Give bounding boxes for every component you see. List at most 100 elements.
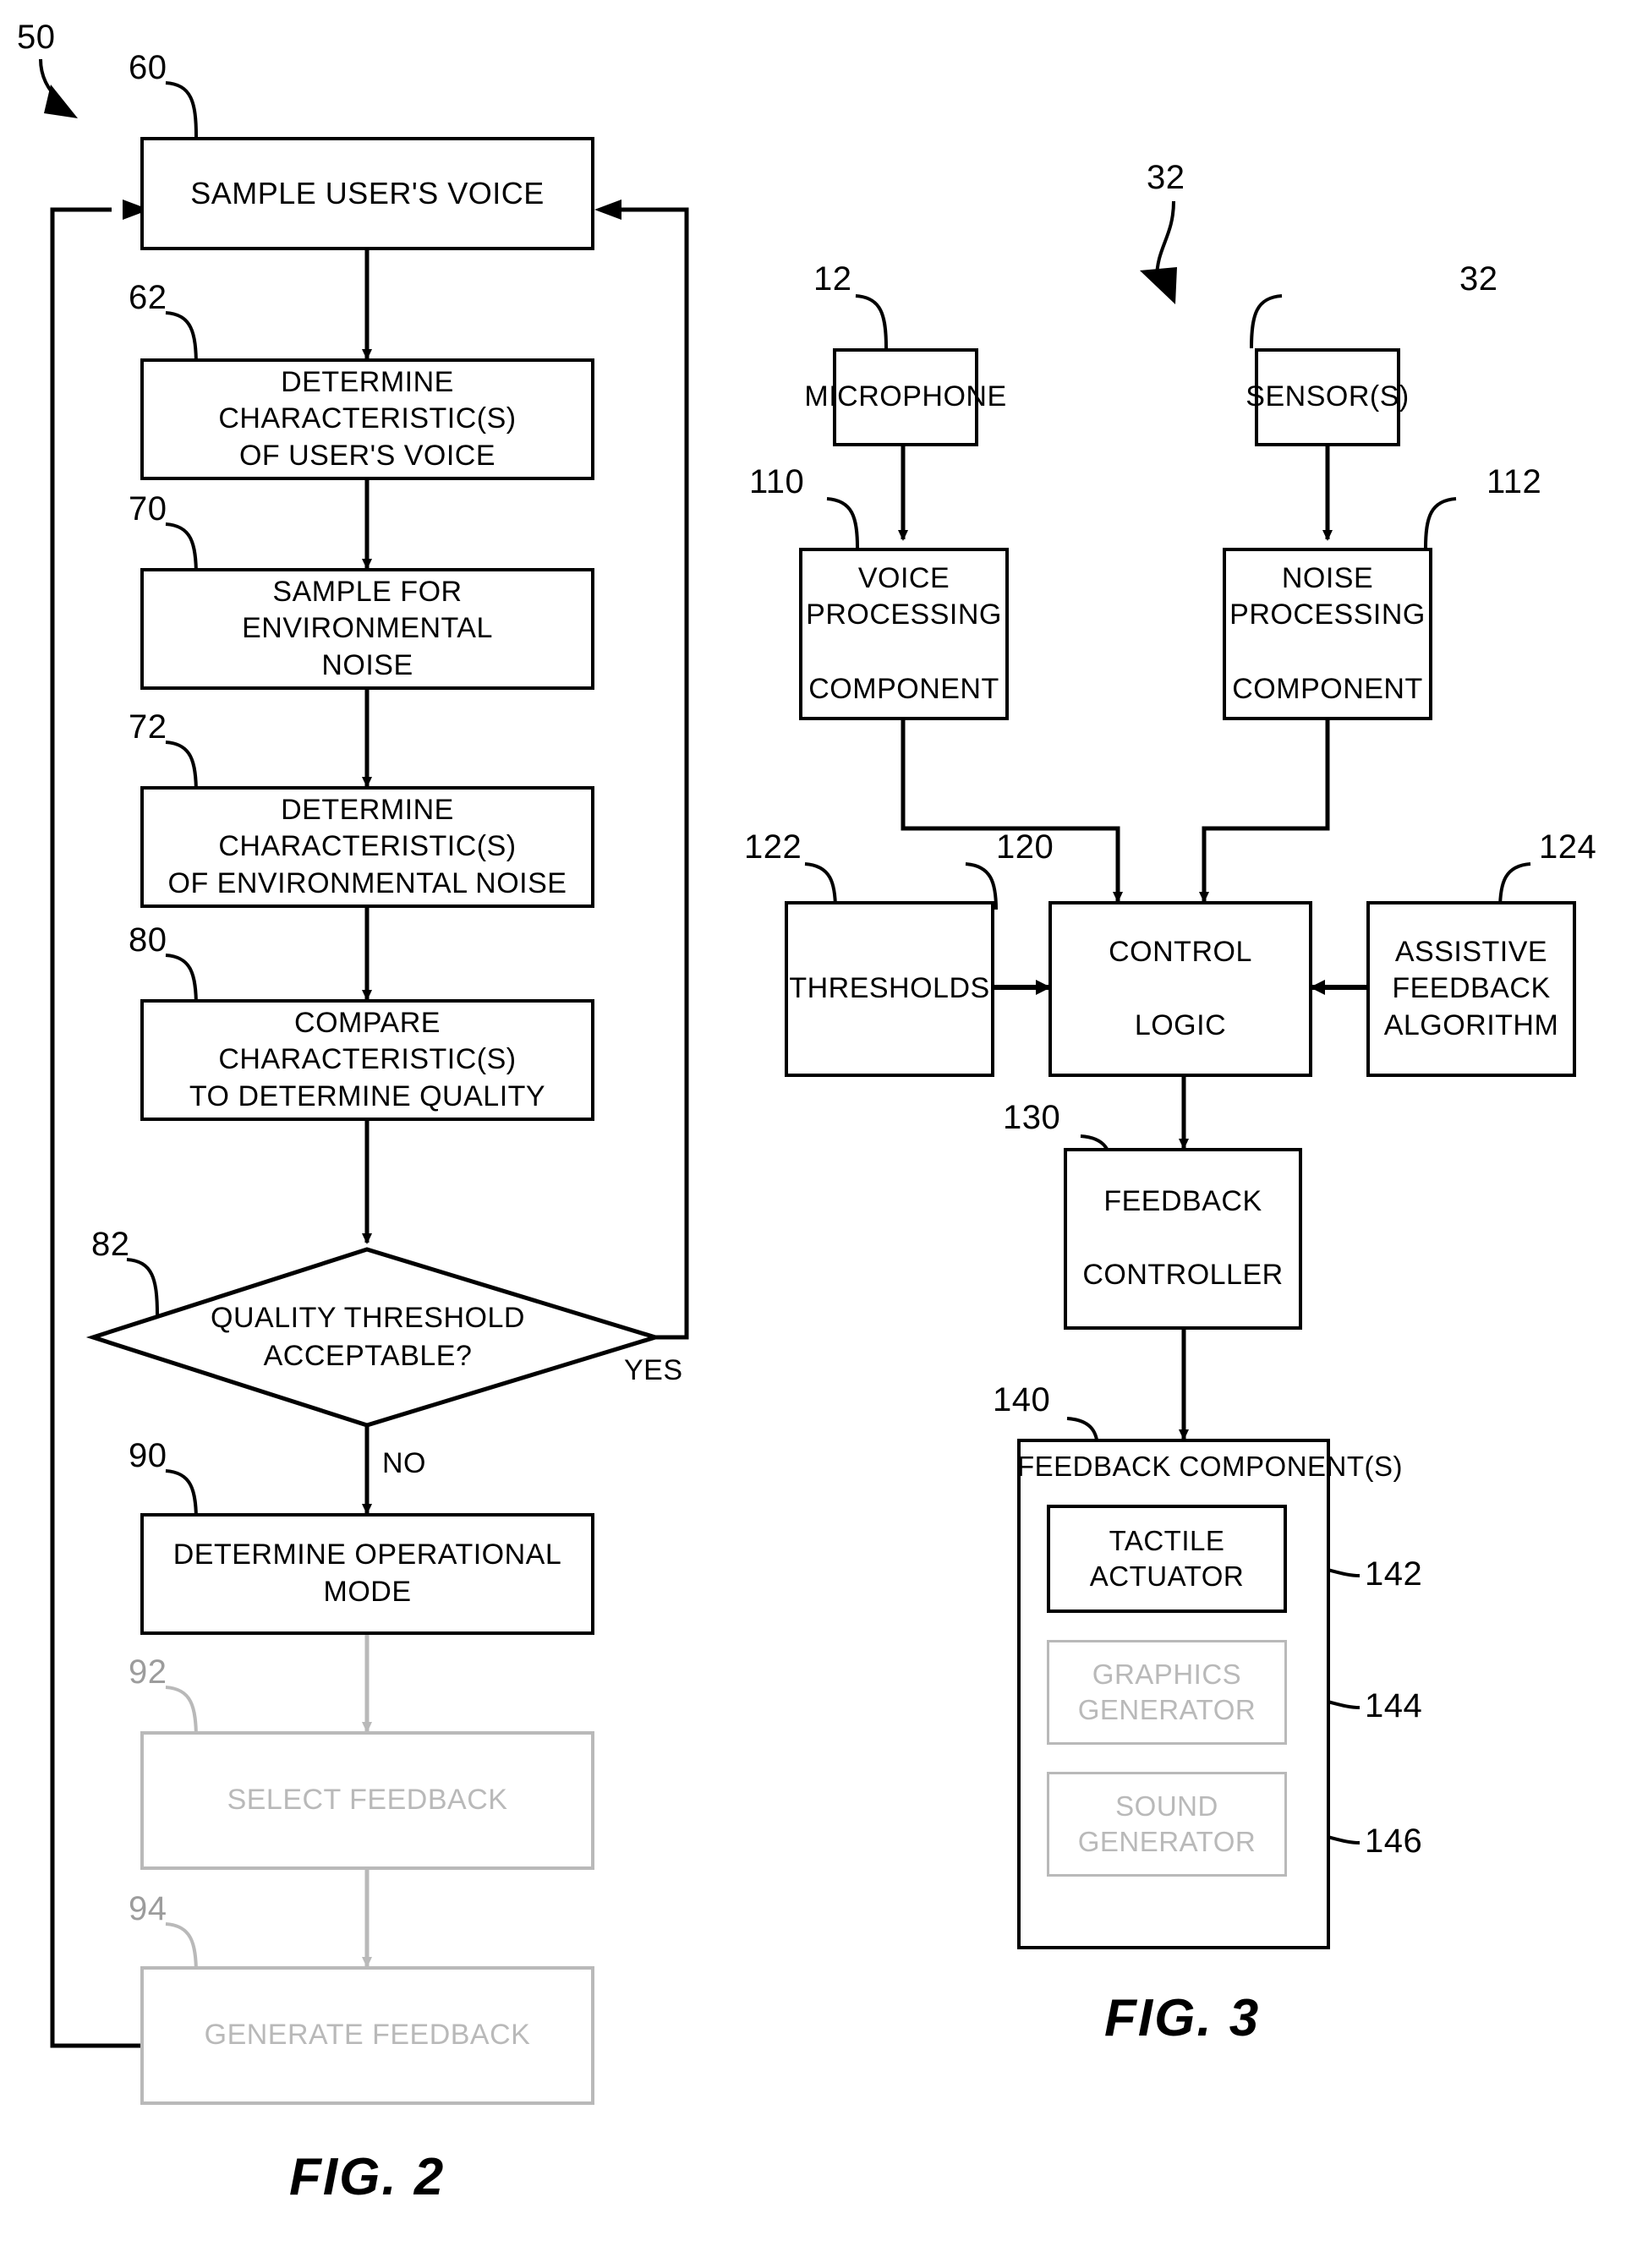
line-2: OF USER'S VOICE (238, 439, 496, 472)
reference-numeral-50: 50 (17, 19, 56, 56)
line-2: TO DETERMINE QUALITY (189, 1079, 546, 1112)
line-1: CONTROL (1109, 935, 1252, 968)
component-box-label: MICROPHONE (804, 380, 1007, 413)
component-box-label: THRESHOLDS (789, 972, 990, 1005)
reference-numeral-92: 92 (129, 1653, 167, 1691)
component-box-graphics-generator[interactable]: GRAPHICS GENERATOR (1047, 1640, 1287, 1745)
process-box-label: COMPARE CHARACTERISTIC(S) TO DETERMINE Q… (152, 1005, 583, 1116)
process-box-label: SAMPLE USER'S VOICE (190, 175, 545, 210)
fig2-overall-lead (39, 58, 78, 118)
process-box-label: SAMPLE FOR ENVIRONMENTAL NOISE (152, 574, 583, 685)
component-box-thresholds[interactable]: THRESHOLDS (785, 901, 994, 1077)
process-box-select-feedback[interactable]: SELECT FEEDBACK (140, 1731, 594, 1870)
component-box-label: CONTROL LOGIC (1109, 934, 1252, 1045)
patent-figure-sheet: SAMPLE USER'S VOICE DETERMINE CHARACTERI… (0, 0, 1637, 2268)
component-box-label: ASSISTIVE FEEDBACK ALGORITHM (1384, 934, 1559, 1045)
line-1: TACTILE (1109, 1524, 1225, 1556)
line-1: ASSISTIVE (1394, 935, 1548, 968)
reference-numeral-140: 140 (993, 1381, 1051, 1418)
component-box-label: NOISE PROCESSING COMPONENT (1229, 560, 1426, 708)
edge-label-no: NO (382, 1447, 426, 1479)
line-1: GRAPHICS (1092, 1658, 1242, 1690)
reference-numeral-124: 124 (1539, 828, 1597, 866)
reference-numeral-62: 62 (129, 279, 167, 316)
reference-numeral-120: 120 (996, 828, 1054, 866)
component-box-voice-processing[interactable]: VOICE PROCESSING COMPONENT (799, 548, 1009, 720)
reference-numeral-60: 60 (129, 49, 167, 86)
reference-numeral-90: 90 (129, 1437, 167, 1474)
component-box-label: GRAPHICS GENERATOR (1078, 1657, 1256, 1728)
reference-numeral-112: 112 (1486, 463, 1542, 500)
reference-numeral-12: 12 (813, 260, 852, 298)
component-box-tactile-actuator[interactable]: TACTILE ACTUATOR (1047, 1505, 1287, 1613)
line-1: DETERMINE CHARACTERISTIC(S) (218, 793, 517, 863)
fig3-overall-lead (1140, 200, 1177, 304)
process-box-label: DETERMINE OPERATIONAL MODE (172, 1538, 562, 1608)
line-1: SOUND (1115, 1790, 1218, 1822)
process-box-sample-users-voice[interactable]: SAMPLE USER'S VOICE (140, 137, 594, 250)
yes-return-arrowhead (594, 199, 621, 220)
line-3: ALGORITHM (1383, 1008, 1559, 1041)
reference-numeral-144: 144 (1365, 1687, 1423, 1724)
process-box-generate-feedback[interactable]: GENERATE FEEDBACK (140, 1966, 594, 2105)
component-box-label: VOICE PROCESSING COMPONENT (806, 560, 1002, 708)
line-2: NOISE (321, 648, 413, 681)
edge-label-yes: YES (624, 1354, 683, 1386)
reference-numeral-146: 146 (1365, 1823, 1423, 1860)
line-2: CONTROLLER (1082, 1259, 1284, 1292)
figure-caption-fig2: FIG. 2 (289, 2148, 446, 2206)
decision-label-quality-threshold: QUALITY THRESHOLD ACCEPTABLE? (169, 1287, 567, 1388)
process-box-sample-environmental-noise[interactable]: SAMPLE FOR ENVIRONMENTAL NOISE (140, 568, 594, 690)
component-box-control-logic[interactable]: CONTROL LOGIC (1048, 901, 1312, 1077)
reference-numeral-122: 122 (744, 828, 802, 866)
line-1: QUALITY THRESHOLD (211, 1302, 525, 1335)
process-box-determine-operational-mode[interactable]: DETERMINE OPERATIONAL MODE (140, 1513, 594, 1635)
reference-numeral-130: 130 (1003, 1099, 1061, 1136)
reference-numeral-32-overall: 32 (1147, 159, 1185, 196)
line-2: ACTUATOR (1089, 1560, 1245, 1592)
reference-numeral-82: 82 (91, 1226, 130, 1263)
line-2: GENERATOR (1077, 1694, 1256, 1725)
component-box-label: SOUND GENERATOR (1078, 1789, 1256, 1860)
process-box-label: DETERMINE CHARACTERISTIC(S) OF ENVIRONME… (152, 792, 583, 903)
reference-numeral-94: 94 (129, 1890, 167, 1927)
component-box-feedback-controller[interactable]: FEEDBACK CONTROLLER (1064, 1148, 1302, 1330)
process-box-label: DETERMINE CHARACTERISTIC(S) OF USER'S VO… (152, 364, 583, 475)
line-1: COMPARE CHARACTERISTIC(S) (218, 1006, 517, 1076)
line-1: SAMPLE FOR ENVIRONMENTAL (242, 575, 493, 645)
component-box-assistive-feedback-algorithm[interactable]: ASSISTIVE FEEDBACK ALGORITHM (1366, 901, 1576, 1077)
line-1: VOICE PROCESSING (806, 561, 1002, 631)
connector-layer (39, 58, 1531, 2048)
component-group-title: FEEDBACK COMPONENT(S) (1017, 1451, 1404, 1482)
reference-numeral-70: 70 (129, 490, 167, 527)
reference-numeral-72: 72 (129, 708, 167, 746)
process-box-determine-voice-characteristics[interactable]: DETERMINE CHARACTERISTIC(S) OF USER'S VO… (140, 358, 594, 480)
fig2-yes-return-path (610, 207, 689, 1340)
component-box-label: TACTILE ACTUATOR (1090, 1523, 1244, 1594)
component-box-microphone[interactable]: MICROPHONE (804, 348, 1006, 446)
component-box-sensors[interactable]: SENSOR(S) (1246, 348, 1409, 446)
line-2: ACCEPTABLE? (263, 1340, 473, 1372)
line-2: OF ENVIRONMENTAL NOISE (167, 866, 567, 899)
reference-numeral-32-sensor: 32 (1459, 260, 1498, 298)
component-box-noise-processing[interactable]: NOISE PROCESSING COMPONENT (1223, 548, 1432, 720)
line-2: COMPONENT (1232, 672, 1423, 705)
reference-numeral-142: 142 (1365, 1555, 1423, 1593)
component-box-sound-generator[interactable]: SOUND GENERATOR (1047, 1772, 1287, 1877)
line-2: GENERATOR (1077, 1826, 1256, 1857)
process-box-determine-noise-characteristics[interactable]: DETERMINE CHARACTERISTIC(S) OF ENVIRONME… (140, 786, 594, 908)
line-2: FEEDBACK (1392, 972, 1551, 1005)
line-1: FEEDBACK (1103, 1185, 1262, 1218)
reference-numeral-110: 110 (749, 463, 805, 500)
process-box-label: SELECT FEEDBACK (227, 1784, 508, 1817)
line-2: LOGIC (1134, 1008, 1227, 1041)
line-2: COMPONENT (808, 672, 999, 705)
figure-caption-fig3: FIG. 3 (1104, 1989, 1261, 2047)
process-box-compare-characteristics[interactable]: COMPARE CHARACTERISTIC(S) TO DETERMINE Q… (140, 999, 594, 1121)
reference-numeral-80: 80 (129, 921, 167, 959)
line-1: DETERMINE CHARACTERISTIC(S) (218, 365, 517, 435)
line-1: NOISE PROCESSING (1229, 561, 1426, 631)
fig2-loop-return-path (50, 207, 140, 2048)
component-box-label: FEEDBACK CONTROLLER (1082, 1183, 1283, 1294)
process-box-label: GENERATE FEEDBACK (204, 2019, 531, 2052)
